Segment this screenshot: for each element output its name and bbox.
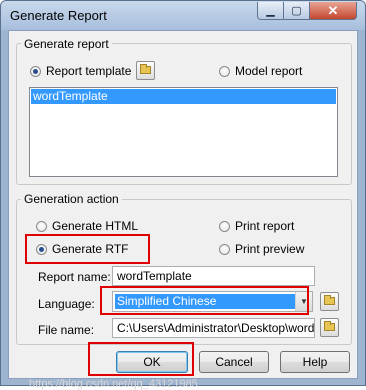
browse-language-button[interactable] — [320, 292, 339, 311]
folder-icon — [324, 295, 335, 305]
generation-action-group-label: Generation action — [21, 192, 122, 206]
watermark: https://blog.csdn.net/qq_43121985 — [29, 378, 198, 390]
window-title: Generate Report — [10, 8, 107, 23]
model-report-radio[interactable]: Model report — [219, 64, 302, 78]
highlight-ok — [88, 342, 194, 376]
minimize-icon: ▁ — [266, 5, 275, 17]
print-preview-label: Print preview — [235, 242, 305, 256]
radio-checked-icon — [30, 65, 41, 77]
help-button[interactable]: Help — [280, 351, 350, 373]
generate-report-window: Generate Report ▁ ▢ ✕ Generate report Re… — [0, 0, 366, 390]
browse-file-button[interactable] — [320, 318, 339, 337]
generate-report-group-label: Generate report — [21, 37, 112, 51]
radio-unchecked-icon — [36, 220, 47, 232]
folder-icon — [140, 64, 151, 74]
report-template-radio[interactable]: Report template — [30, 64, 131, 78]
list-item[interactable]: wordTemplate — [31, 89, 336, 104]
cancel-button[interactable]: Cancel — [199, 351, 269, 373]
print-report-label: Print report — [235, 219, 295, 233]
title-bar[interactable]: Generate Report ▁ ▢ ✕ — [1, 1, 365, 30]
report-template-label: Report template — [46, 64, 132, 78]
minimize-button[interactable]: ▁ — [257, 2, 284, 20]
report-name-input[interactable]: wordTemplate — [112, 266, 315, 286]
report-name-label: Report name: — [38, 270, 111, 284]
highlight-language — [100, 286, 309, 315]
radio-unchecked-icon — [219, 243, 230, 255]
close-icon: ✕ — [327, 2, 339, 18]
dialog-client: Generate report Report template Model re… — [8, 30, 358, 390]
template-listbox[interactable]: wordTemplate — [29, 87, 338, 177]
folder-icon — [324, 321, 335, 331]
generate-html-label: Generate HTML — [52, 219, 139, 233]
highlight-generate-rtf — [25, 234, 150, 264]
language-label: Language: — [38, 297, 95, 311]
model-report-label: Model report — [235, 64, 303, 78]
maximize-icon: ▢ — [291, 5, 302, 17]
print-preview-radio[interactable]: Print preview — [219, 242, 304, 256]
close-button[interactable]: ✕ — [309, 2, 357, 20]
print-report-radio[interactable]: Print report — [219, 219, 294, 233]
radio-unchecked-icon — [219, 220, 230, 232]
browse-template-button[interactable] — [136, 61, 155, 80]
generate-html-radio[interactable]: Generate HTML — [36, 219, 138, 233]
radio-unchecked-icon — [219, 65, 230, 77]
file-name-input[interactable]: C:\Users\Administrator\Desktop\wordTen — [112, 318, 315, 338]
file-name-label: File name: — [38, 323, 95, 337]
maximize-button[interactable]: ▢ — [283, 2, 310, 20]
